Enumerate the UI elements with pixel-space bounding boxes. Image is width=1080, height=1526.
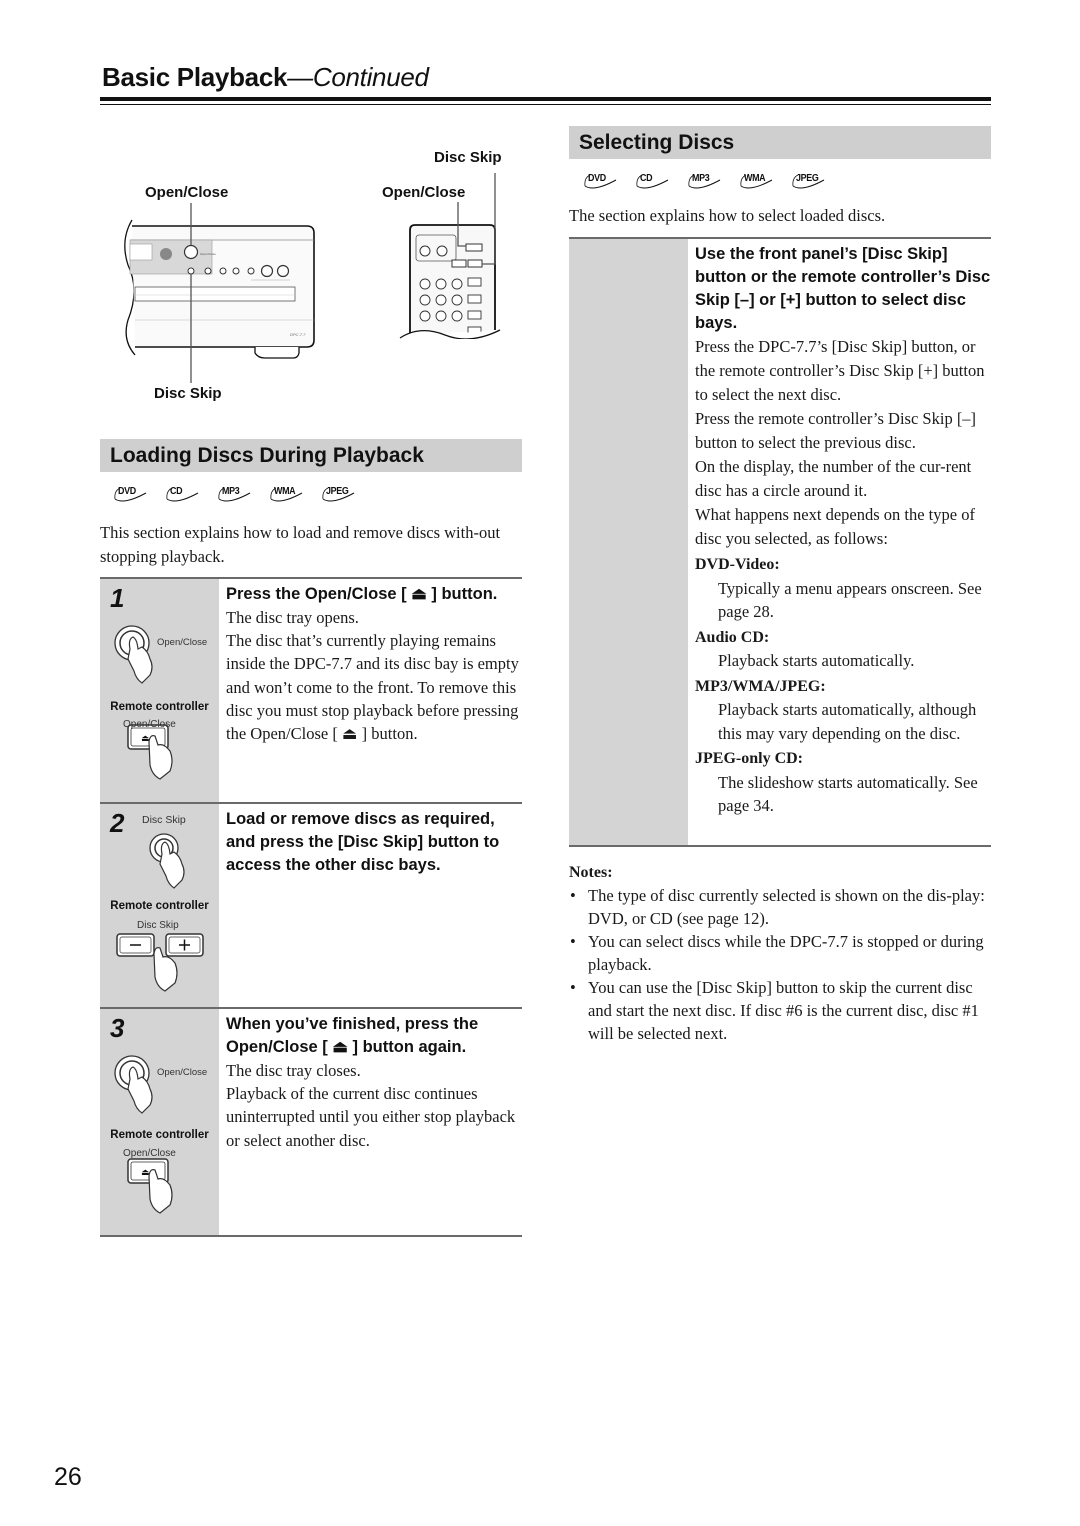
step-title: Load or remove discs as required, and pr… bbox=[226, 810, 500, 874]
hand-press-round-button-icon: ⏏ bbox=[114, 1055, 173, 1214]
hand-press-round-button-icon: ⏏ bbox=[114, 625, 173, 780]
remote-controller-label: Remote controller bbox=[110, 701, 209, 713]
note-item: The type of disc currently selected is s… bbox=[569, 884, 994, 930]
disc-type-icons-loading: DVD CD MP3 WMA JPEG bbox=[112, 483, 358, 505]
jpeg-disc-icon: JPEG bbox=[790, 170, 828, 192]
mp3-disc-icon: MP3 bbox=[686, 170, 724, 192]
dvd-disc-icon: DVD bbox=[582, 170, 620, 192]
section-heading-loading: Loading Discs During Playback bbox=[100, 439, 522, 472]
step-2-illustration: 2 Disc Skip Remote controller Disc Skip bbox=[100, 804, 219, 1007]
note-item: You can use the [Disc Skip] button to sk… bbox=[569, 976, 994, 1045]
page-title-continued: —Continued bbox=[287, 62, 429, 92]
definition-desc: Typically a menu appears onscreen. See p… bbox=[718, 578, 982, 622]
notes-section: Notes: The type of disc currently select… bbox=[569, 862, 994, 1045]
player-unit-drawing: Open/Close DPC-7.7 bbox=[124, 203, 315, 383]
selecting-gray-column bbox=[569, 239, 688, 845]
dvd-disc-icon: DVD bbox=[112, 483, 150, 505]
definition-desc: Playback starts automatically. bbox=[718, 651, 915, 670]
disc-type-icons-selecting: DVD CD MP3 WMA JPEG bbox=[582, 170, 828, 192]
page-title-main: Basic Playback bbox=[102, 62, 288, 92]
remote-button-label: Open/Close bbox=[123, 719, 176, 730]
unit-button-label: Open/Close bbox=[157, 637, 208, 648]
definition-term: DVD-Video: bbox=[695, 556, 780, 573]
header-rule-thin bbox=[100, 104, 991, 105]
remote-controller-label: Remote controller bbox=[110, 1129, 209, 1141]
step-1: 1 ⏏ Open/Close Remote controller Open/Cl… bbox=[100, 577, 522, 802]
page-title: Basic Playback—Continued bbox=[102, 62, 429, 93]
header-rule-thick bbox=[100, 97, 991, 101]
remote-controller-label: Remote controller bbox=[110, 900, 209, 912]
selecting-paragraph: On the display, the number of the cur-re… bbox=[695, 457, 972, 500]
step-1-illustration: 1 ⏏ Open/Close Remote controller Open/Cl… bbox=[100, 579, 219, 802]
remote-button-label: Open/Close bbox=[123, 1148, 176, 1159]
cd-disc-icon: CD bbox=[164, 483, 202, 505]
definition-term: JPEG-only CD: bbox=[695, 750, 803, 767]
mp3-disc-icon: MP3 bbox=[216, 483, 254, 505]
loading-intro: This section explains how to load and re… bbox=[100, 523, 501, 566]
step-3: 3 ⏏ Open/Close Remote controller Open/Cl… bbox=[100, 1007, 522, 1237]
selecting-paragraph: Press the remote controller’s Disc Skip … bbox=[695, 409, 977, 452]
steps-table: 1 ⏏ Open/Close Remote controller Open/Cl… bbox=[100, 577, 522, 1237]
definition-term: Audio CD: bbox=[695, 628, 770, 646]
selecting-paragraph: Press the DPC-7.7’s [Disc Skip] button, … bbox=[695, 337, 985, 404]
notes-title: Notes: bbox=[569, 864, 613, 881]
definition-desc: Playback starts automatically, although … bbox=[718, 700, 977, 743]
selecting-paragraph: What happens next depends on the type of… bbox=[695, 505, 975, 548]
step-paragraph: The disc tray closes. bbox=[226, 1061, 361, 1080]
remote-control-drawing bbox=[399, 173, 505, 351]
step-2: 2 Disc Skip Remote controller Disc Skip … bbox=[100, 802, 522, 1007]
selecting-title: Use the front panel’s [Disc Skip] button… bbox=[695, 245, 991, 332]
step-3-illustration: 3 ⏏ Open/Close Remote controller Open/Cl… bbox=[100, 1009, 219, 1235]
player-and-remote-drawing: Open/Close DPC-7.7 bbox=[124, 173, 505, 383]
page-number: 26 bbox=[54, 1463, 82, 1491]
svg-text:⏏: ⏏ bbox=[141, 734, 150, 744]
step-title: When you’ve finished, press the Open/Clo… bbox=[226, 1015, 479, 1056]
wma-disc-icon: WMA bbox=[268, 483, 306, 505]
svg-text:DPC-7.7: DPC-7.7 bbox=[290, 332, 306, 337]
jpeg-disc-icon: JPEG bbox=[320, 483, 358, 505]
wma-disc-icon: WMA bbox=[738, 170, 776, 192]
step-title: Press the Open/Close [ ⏏ ] button. bbox=[226, 585, 498, 603]
step-paragraph: Playback of the current disc continues u… bbox=[226, 1084, 516, 1150]
selecting-instruction-box: Use the front panel’s [Disc Skip] button… bbox=[569, 237, 991, 847]
svg-text:⏏: ⏏ bbox=[141, 1168, 150, 1178]
cd-disc-icon: CD bbox=[634, 170, 672, 192]
definition-desc: The slideshow starts automatically. See … bbox=[718, 772, 978, 816]
svg-text:Open/Close: Open/Close bbox=[200, 252, 216, 256]
selecting-intro: The section explains how to select loade… bbox=[569, 206, 886, 225]
device-illustration: Open/Close Disc Skip Disc Skip Open/Clos… bbox=[100, 140, 520, 410]
unit-button-label: Open/Close bbox=[157, 1067, 208, 1078]
definition-term: MP3/WMA/JPEG: bbox=[695, 677, 826, 695]
section-heading-selecting: Selecting Discs bbox=[569, 126, 991, 159]
step-paragraph: The disc tray opens. bbox=[226, 608, 359, 627]
remote-button-label: Disc Skip bbox=[137, 920, 179, 931]
step-paragraph: The disc that’s currently playing remain… bbox=[226, 631, 519, 744]
note-item: You can select discs while the DPC-7.7 i… bbox=[569, 930, 994, 976]
